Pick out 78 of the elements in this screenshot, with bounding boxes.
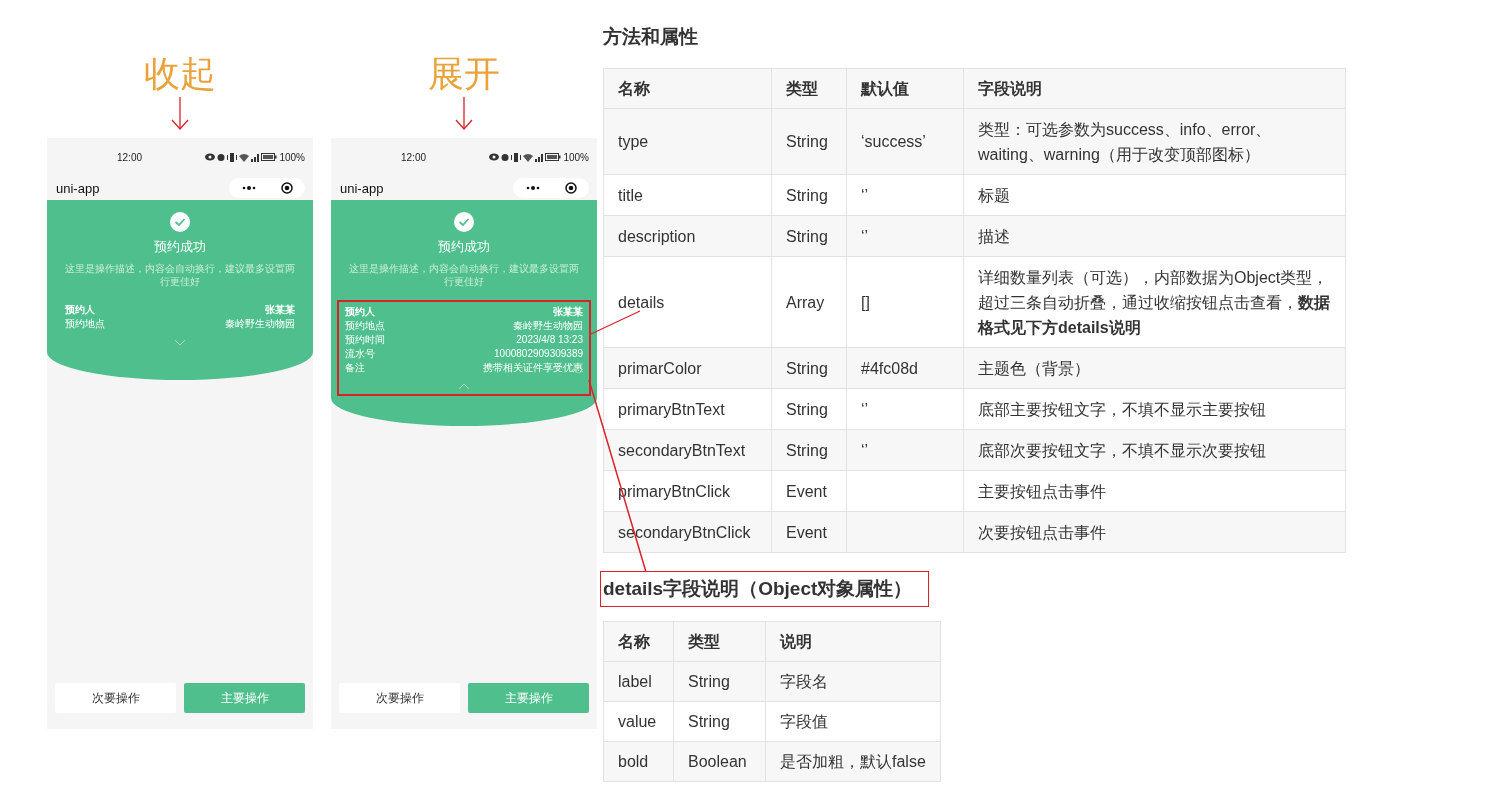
detail-value: 秦岭野生动物园 [225, 317, 295, 331]
table-cell: 底部次要按钮文字，不填不显示次要按钮 [978, 442, 1266, 459]
detail-label: 预约地点 [65, 317, 105, 331]
table-cell: type [618, 133, 649, 150]
table-cell: 详细数量列表（可选），内部数据为Object类型，超过三条自动折叠，通过收缩按钮点击查看，数据格式见下方details说明 [978, 269, 1330, 336]
table-cell: ‘’ [861, 227, 869, 245]
result-description: 这里是操作描述，内容会自动换行，建议最多设置两行更佳好 [64, 262, 296, 288]
table-cell: String [786, 359, 828, 377]
result-title: 预约成功 [154, 238, 206, 256]
table-cell: Event [786, 482, 827, 500]
table-cell: 类型：可选参数为success、info、error、waiting、warning（用于改变顶部图标） [978, 121, 1272, 163]
section-heading: 方法和属性 [603, 25, 699, 49]
column-header: 字段说明 [963, 68, 1346, 109]
detail-label: 预约人 [345, 305, 375, 319]
detail-label: 备注 [345, 361, 365, 375]
detail-value: 携带相关证件享受优惠 [483, 361, 583, 375]
column-header: 名称 [603, 621, 674, 662]
table-cell: Event [786, 523, 827, 541]
battery-level: 100% [563, 151, 589, 163]
detail-label: 流水号 [345, 347, 375, 361]
app-title: uni-app [56, 180, 100, 196]
table-cell: 字段名 [780, 673, 828, 690]
table-cell: description [618, 227, 696, 245]
table-cell: 字段值 [780, 713, 828, 730]
result-title: 预约成功 [438, 238, 490, 256]
result-description: 这里是操作描述，内容会自动换行，建议最多设置两行更佳好 [348, 262, 580, 288]
battery-level: 100% [279, 151, 305, 163]
table-cell: primaryBtnText [618, 400, 725, 418]
app-title: uni-app [340, 180, 384, 196]
table-cell: String [786, 227, 828, 245]
table-cell: #4fc08d [861, 359, 918, 377]
table-cell: Array [786, 293, 825, 311]
table-cell: primarColor [618, 359, 702, 377]
detail-value: 2023/4/8 13:23 [516, 333, 583, 347]
table-cell: 标题 [978, 187, 1010, 204]
table-cell: 描述 [978, 228, 1010, 245]
column-header: 说明 [765, 621, 941, 662]
table-cell: 主要按钮点击事件 [978, 483, 1106, 500]
detail-value: 秦岭野生动物园 [513, 319, 583, 333]
detail-label: 预约地点 [345, 319, 385, 333]
table-cell: ‘’ [861, 186, 869, 204]
table-cell: 次要按钮点击事件 [978, 524, 1106, 541]
section-heading: details字段说明（Object对象属性） [600, 571, 930, 607]
secondary-button[interactable]: 次要操作 [339, 683, 460, 713]
table-cell: value [618, 713, 657, 730]
detail-value: 张某某 [265, 303, 295, 317]
table-cell: ‘’ [861, 441, 869, 459]
table-cell: String [786, 400, 828, 418]
table-cell: String [688, 713, 730, 730]
table-cell: String [786, 441, 828, 459]
column-header: 默认值 [846, 68, 964, 109]
table-cell: ‘success’ [861, 133, 926, 150]
status-time: 12:00 [401, 151, 428, 163]
table-cell: details [618, 293, 665, 311]
column-header: 类型 [771, 68, 847, 109]
table-cell: secondaryBtnText [618, 441, 746, 459]
table-cell: String [786, 133, 828, 150]
table-cell: title [618, 186, 643, 204]
table-cell: 主题色（背景） [978, 360, 1090, 377]
table-cell: label [618, 673, 652, 690]
status-time: 12:00 [117, 151, 144, 163]
column-header: 类型 [673, 621, 766, 662]
table-cell: ‘’ [861, 400, 869, 418]
secondary-button[interactable]: 次要操作 [55, 683, 176, 713]
caption: 收起 [144, 52, 216, 96]
detail-value: 1000802909309389 [494, 347, 583, 361]
caption: 展开 [428, 52, 500, 96]
column-header: 名称 [603, 68, 772, 109]
detail-label: 预约人 [65, 303, 95, 317]
table-cell: [] [861, 293, 870, 311]
table-cell: String [688, 673, 730, 690]
table-cell: 是否加粗，默认false [780, 753, 926, 770]
table-cell: Boolean [688, 753, 747, 770]
table-cell: String [786, 186, 828, 204]
detail-label: 预约时间 [345, 333, 385, 347]
table-cell: 底部主要按钮文字，不填不显示主要按钮 [978, 401, 1266, 418]
detail-value: 张某某 [553, 305, 583, 319]
table-cell: bold [618, 753, 649, 770]
